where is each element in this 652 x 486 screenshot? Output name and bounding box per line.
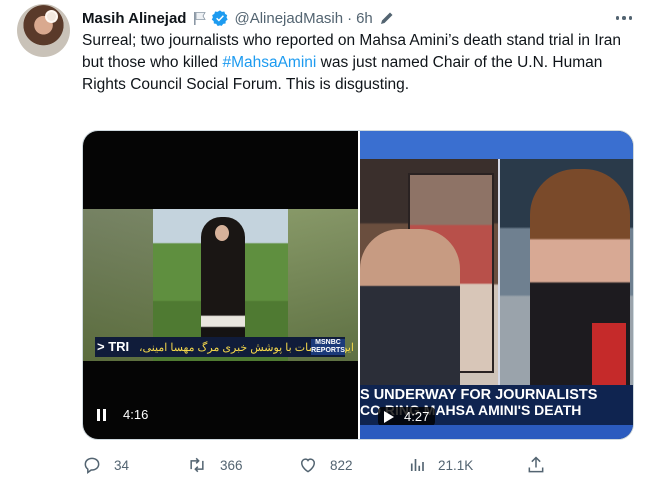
msnbc-logo: MSNBC REPORTS [311,339,345,355]
studio-guest-panel [500,159,633,385]
author-handle[interactable]: @AlinejadMasih [234,10,343,27]
flag-icon [194,12,207,25]
tweet-text: Surreal; two journalists who reported on… [82,30,642,96]
author-name[interactable]: Masih Alinejad [82,10,186,27]
heart-icon [300,458,316,473]
broadcast-top-bar [360,131,633,159]
like-button[interactable]: 822 [298,455,353,475]
edit-pencil-icon[interactable] [379,10,395,26]
right-video[interactable]: S UNDERWAY FOR JOURNALISTS CO RING MAHSA… [360,131,633,439]
media-grid: > TRI این محاکمات با پوشش خبری مرگ مهسا … [82,130,634,440]
share-button[interactable] [526,455,558,475]
author-avatar[interactable] [17,4,70,57]
left-video[interactable]: > TRI این محاکمات با پوشش خبری مرگ مهسا … [83,131,358,439]
left-video-controls: 4:16 [97,407,148,422]
play-icon[interactable] [384,410,394,423]
retweet-icon [190,457,204,473]
separator-dot: · [347,9,353,27]
left-video-duration: 4:16 [123,407,149,422]
tweet-actions: 34 366 822 21.1K [82,455,552,477]
reply-count: 34 [114,457,130,473]
reply-button[interactable]: 34 [82,455,129,475]
tweet-time[interactable]: 6h [356,10,373,27]
caption-tag: > TRI [97,339,130,354]
views-button[interactable]: 21.1K [408,455,473,475]
views-count: 21.1K [438,457,474,473]
retweet-count: 366 [220,457,243,473]
tweet-header: Masih Alinejad @AlinejadMasih · 6h [82,8,395,28]
right-video-duration: 4:27 [404,409,430,424]
pause-icon[interactable] [97,408,109,421]
headline-line-1: S UNDERWAY FOR JOURNALISTS [360,387,598,403]
share-icon [528,456,544,473]
reply-icon [84,457,100,474]
verified-badge-icon[interactable] [211,9,229,27]
hashtag-link[interactable]: #MahsaAmini [222,54,316,71]
like-count: 822 [330,457,353,473]
broadcast-bottom-bar [360,425,633,439]
news-caption-bar: > TRI این محاکمات با پوشش خبری مرگ مهسا … [95,337,354,357]
more-options-icon[interactable] [612,8,636,28]
right-video-controls: 4:27 [378,407,436,426]
retweet-button[interactable]: 366 [186,455,243,475]
views-chart-icon [410,459,424,471]
studio-anchor-panel [360,159,498,385]
